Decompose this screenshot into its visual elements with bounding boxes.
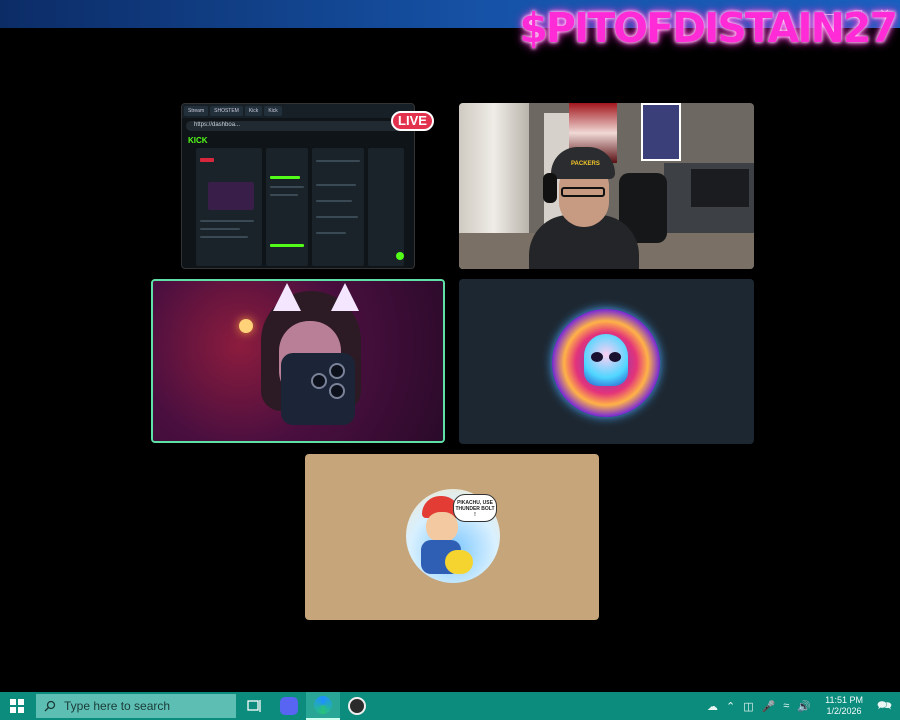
browser-tab-strip: Stream SHOSTEM Kick Kick	[182, 104, 414, 118]
cat-ear	[273, 283, 301, 311]
taskbar-clock[interactable]: 11:51 PM 1/2/2026	[819, 695, 869, 717]
chevron-up-icon[interactable]: ⌃	[726, 700, 735, 713]
taskbar-search-box[interactable]: Type here to search	[36, 694, 236, 718]
system-tray: ☁ ⌃ ◫ 🎤 ≈ 🔊 11:51 PM 1/2/2026 🗪	[707, 692, 900, 720]
wifi-icon[interactable]: ≈	[783, 700, 789, 712]
chat-highlight	[270, 244, 304, 247]
pikachu	[445, 550, 473, 574]
screenshare-tile[interactable]: Stream SHOSTEM Kick Kick https://dashboa…	[181, 103, 415, 269]
search-icon	[44, 700, 56, 712]
clock-date: 1/2/2026	[826, 706, 862, 716]
text-line	[316, 160, 360, 162]
live-badge: LIVE	[391, 111, 434, 131]
clock-time: 11:51 PM	[825, 695, 863, 705]
avatar-tile[interactable]: PIKACHU, USE THUNDER BOLT !	[305, 454, 599, 620]
task-view-icon	[247, 700, 261, 712]
browser-tab: Kick	[244, 106, 263, 116]
windows-logo-icon	[10, 699, 24, 713]
discord-icon	[280, 697, 298, 715]
skull-eye	[609, 352, 621, 362]
kick-logo: KICK	[188, 136, 208, 145]
windows-start-button[interactable]	[0, 692, 34, 720]
volume-icon[interactable]: 🔊	[797, 700, 811, 713]
lamp	[239, 319, 253, 333]
camera-lens	[311, 373, 327, 389]
glasses	[561, 187, 605, 197]
camera-lens	[329, 383, 345, 399]
notification-icon[interactable]: 🗪	[877, 696, 892, 717]
task-view-button[interactable]	[238, 692, 272, 720]
obs-taskbar-button[interactable]	[340, 692, 374, 720]
windows-taskbar: Type here to search ☁ ⌃ ◫ 🎤 ≈ 🔊 11:51 PM	[0, 692, 900, 720]
cat-ear	[331, 283, 359, 311]
speech-bubble: PIKACHU, USE THUNDER BOLT !	[453, 494, 497, 522]
microphone-icon[interactable]: 🎤	[762, 700, 776, 713]
character-face	[426, 512, 458, 542]
discord-taskbar-button[interactable]	[272, 692, 306, 720]
cap-logo: PACKERS	[571, 161, 600, 167]
text-line	[316, 184, 356, 186]
poster	[641, 103, 681, 161]
actions-panel	[368, 148, 404, 266]
chat-highlight	[270, 176, 300, 179]
send-button	[396, 252, 404, 260]
streamer-name-overlay: $PITOFDISTAIN27	[519, 4, 898, 52]
browser-tab: SHOSTEM	[210, 106, 243, 116]
text-line	[200, 220, 254, 222]
search-placeholder: Type here to search	[64, 699, 171, 713]
network-icon[interactable]: ◫	[743, 700, 753, 713]
headset	[543, 173, 557, 203]
text-line	[316, 216, 358, 218]
avatar-tile[interactable]	[459, 279, 754, 444]
monitor	[691, 169, 749, 207]
edge-taskbar-button[interactable]	[306, 692, 340, 720]
obs-icon	[348, 697, 366, 715]
text-line	[316, 200, 352, 202]
preview-thumbnail	[208, 182, 254, 210]
skull-eye	[591, 352, 603, 362]
text-line	[316, 232, 346, 234]
browser-tab: Stream	[184, 106, 209, 116]
browser-url-bar: https://dashboa...	[186, 121, 412, 131]
text-line	[270, 194, 298, 196]
chat-panel	[266, 148, 308, 266]
stream-indicator	[200, 158, 214, 162]
settings-panel	[312, 148, 364, 266]
active-speaker-webcam-tile[interactable]	[151, 279, 445, 443]
skull-icon	[584, 334, 628, 386]
text-line	[200, 228, 240, 230]
weather-icon[interactable]: ☁	[707, 700, 718, 713]
text-line	[200, 236, 248, 238]
camera-lens	[329, 363, 345, 379]
call-screen: — □ ✕ $PITOFDISTAIN27 Stream SHOSTEM Kic…	[0, 0, 900, 720]
webcam-tile[interactable]: PACKERS	[459, 103, 754, 269]
browser-tab: Kick	[264, 106, 282, 116]
phone	[281, 353, 355, 425]
text-line	[270, 186, 304, 188]
edge-icon	[314, 696, 332, 714]
